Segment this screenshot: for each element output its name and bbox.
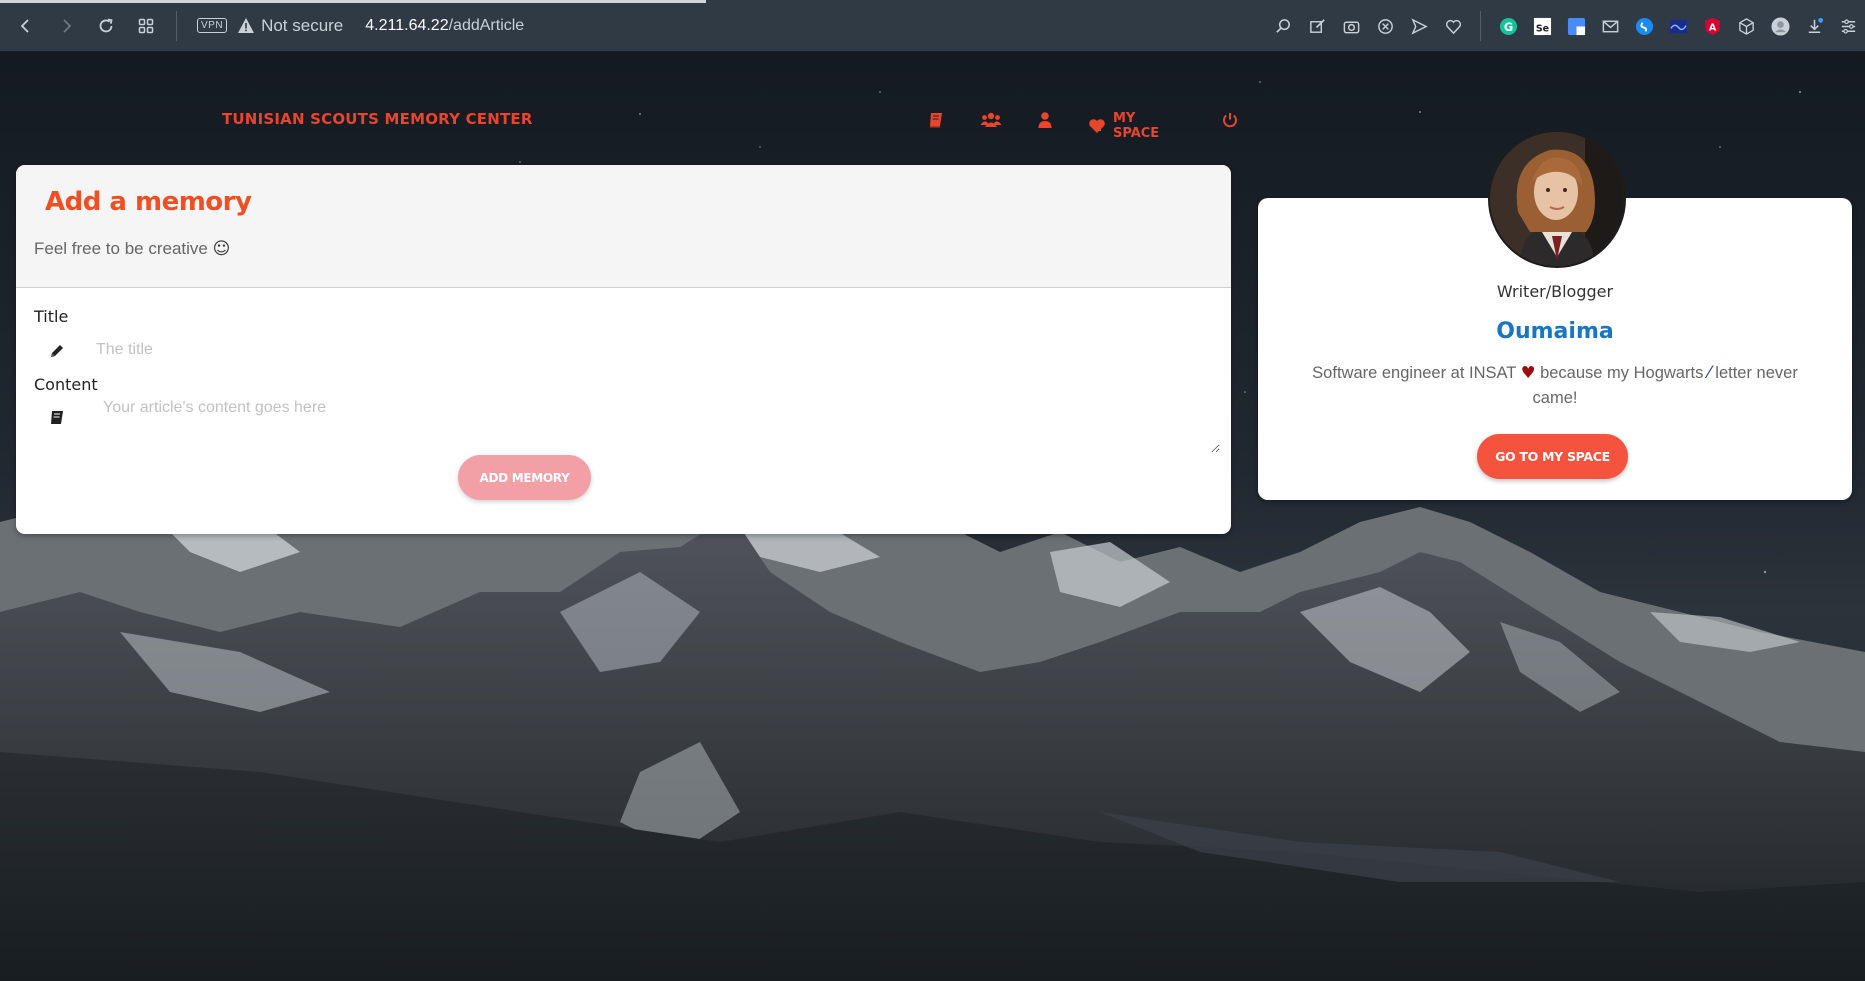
- menu-settings-icon[interactable]: [1831, 6, 1865, 46]
- profile-role: Writer/Blogger: [1496, 282, 1614, 301]
- add-memory-button[interactable]: ADD MEMORY: [458, 455, 591, 500]
- download-icon[interactable]: [1797, 6, 1831, 46]
- heart-emoji-icon: ♥: [1520, 363, 1536, 382]
- go-to-my-space-button[interactable]: GO TO MY SPACE: [1477, 434, 1628, 479]
- magic-wand-icon: ⁄: [1707, 363, 1711, 382]
- selenium-icon[interactable]: Se: [1525, 6, 1559, 46]
- page-content: TUNISIAN SCOUTS MEMORY CENTER MY SPACE A…: [0, 52, 1865, 981]
- svg-text:Se: Se: [1535, 23, 1548, 34]
- page-load-bar: [0, 0, 706, 3]
- site-brand[interactable]: TUNISIAN SCOUTS MEMORY CENTER: [222, 110, 533, 128]
- card-subtitle: Feel free to be creative ☺: [34, 239, 230, 259]
- profile-name[interactable]: Oumaima: [1258, 319, 1852, 344]
- profile-icon[interactable]: [1763, 6, 1797, 46]
- title-label: Title: [34, 307, 69, 326]
- back-icon[interactable]: [6, 6, 46, 46]
- subtitle-text: Feel free to be creative: [34, 239, 208, 258]
- send-icon[interactable]: [1402, 6, 1436, 46]
- svg-text:G: G: [1503, 19, 1512, 33]
- mail-icon[interactable]: [1593, 6, 1627, 46]
- bio-text-1: Software engineer at INSAT: [1312, 364, 1517, 382]
- pencil-icon: [48, 342, 66, 360]
- bio-text-2: because my Hogwarts: [1540, 364, 1704, 382]
- content-label: Content: [34, 375, 98, 394]
- toolbar-separator: [176, 10, 177, 41]
- add-memory-card: Add a memory Feel free to be creative ☺ …: [16, 165, 1231, 534]
- block-icon[interactable]: [1368, 6, 1402, 46]
- user-icon[interactable]: [1036, 111, 1054, 129]
- heart-outline-icon[interactable]: [1436, 6, 1470, 46]
- avatar-image: [1490, 132, 1624, 266]
- reload-icon[interactable]: [86, 6, 126, 46]
- nav-my-space-label: MY SPACE: [1113, 111, 1160, 141]
- card-title: Add a memory: [45, 187, 252, 217]
- power-icon[interactable]: [1221, 111, 1239, 129]
- book-icon: [48, 409, 66, 427]
- url-path: /addArticle: [448, 16, 525, 34]
- grammarly-icon[interactable]: G: [1491, 6, 1525, 46]
- security-status[interactable]: Not secure: [261, 16, 343, 36]
- warning-icon[interactable]: [237, 17, 255, 34]
- edit-icon[interactable]: [1300, 6, 1334, 46]
- search-page-icon[interactable]: [1266, 6, 1300, 46]
- title-input[interactable]: [94, 336, 1208, 364]
- cube-icon[interactable]: [1729, 6, 1763, 46]
- address-bar[interactable]: 4.211.64.22/addArticle: [365, 17, 524, 35]
- svg-text:A: A: [1708, 22, 1716, 33]
- profile-bio: Software engineer at INSAT ♥ because my …: [1288, 360, 1822, 411]
- card-header: Add a memory Feel free to be creative ☺: [16, 165, 1231, 288]
- toolbar-separator: [1480, 11, 1481, 41]
- smiley-icon: ☺: [212, 239, 231, 259]
- tabs-grid-icon[interactable]: [126, 6, 166, 46]
- users-icon[interactable]: [980, 111, 1002, 129]
- url-host: 4.211.64.22: [365, 16, 449, 34]
- browser-toolbar: VPN Not secure 4.211.64.22/addArticle G …: [0, 0, 1865, 52]
- extensions-bar: G Se A: [1266, 0, 1865, 52]
- book-icon[interactable]: [927, 111, 945, 129]
- heart-icon: [1088, 117, 1106, 135]
- forward-icon[interactable]: [46, 6, 86, 46]
- analytics-icon[interactable]: [1661, 6, 1695, 46]
- avatar[interactable]: [1488, 130, 1626, 268]
- camera-icon[interactable]: [1334, 6, 1368, 46]
- nav-my-space[interactable]: MY SPACE: [1088, 111, 1159, 141]
- content-textarea[interactable]: [101, 397, 1220, 453]
- angular-icon[interactable]: A: [1695, 6, 1729, 46]
- vpn-badge[interactable]: VPN: [197, 18, 228, 33]
- shazam-icon[interactable]: [1627, 6, 1661, 46]
- translate-icon[interactable]: [1559, 6, 1593, 46]
